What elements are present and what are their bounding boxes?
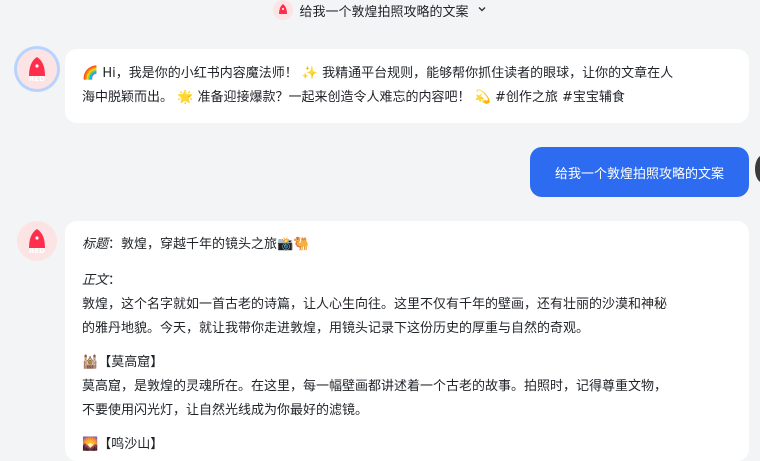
body-line-1: 敦煌，这个名字就如一首古老的诗篇，让人心生向往。这里不仅有千年的壁画，还有壮丽的… xyxy=(82,297,668,312)
intro-text-d: 准备迎接爆款？一起来创造令人难忘的内容吧！ xyxy=(193,90,471,105)
section-mogao-title: 【莫高窟】 xyxy=(98,355,164,370)
xiaohongshu-logo-icon: RED xyxy=(17,221,57,261)
body-label: 正文 xyxy=(82,273,109,288)
rainbow-icon: 🌈 xyxy=(82,66,99,81)
assistant-avatar: RED xyxy=(17,221,57,261)
section-mogao-heading: 🕍【莫高窟】 xyxy=(82,351,733,375)
user-message: 给我一个敦煌拍照攻略的文案 xyxy=(530,147,749,197)
section-mingsha-heading: 🌄【鸣沙山】 xyxy=(82,433,733,457)
section-mogao-line-2: 不要使用闪光灯，让自然光线成为你最好的滤镜。 xyxy=(82,403,369,418)
reply-title-line: 标题：敦煌，穿越千年的镜头之旅📸🐫 xyxy=(82,233,733,257)
title-text: 敦煌，穿越千年的镜头之旅 xyxy=(121,237,278,252)
chevron-down-icon[interactable] xyxy=(477,4,487,17)
body-separator: ： xyxy=(108,273,122,288)
dizzy-icon: 💫 xyxy=(474,90,491,105)
xiaohongshu-logo-icon: RED xyxy=(17,49,57,89)
intro-line-1: 🌈 Hi，我是你的小红书内容魔法师！ ✨ 我精通平台规则，能够帮你抓住读者的眼球… xyxy=(82,62,733,86)
section-mogao-line-1: 莫高窟，是敦煌的灵魂所在。在这里，每一幅壁画都讲述着一个古老的故事。拍照时，记得… xyxy=(82,379,668,394)
user-message-text: 给我一个敦煌拍照攻略的文案 xyxy=(554,166,724,182)
intro-line-2: 海中脱颖而出。 🌟 准备迎接爆款？一起来创造令人难忘的内容吧！ 💫 #创作之旅 … xyxy=(82,86,733,110)
avatar-label: RED xyxy=(29,75,45,83)
body-label-line: 正文： xyxy=(82,269,733,293)
avatar-label: RED xyxy=(29,247,45,255)
title-label: 标题 xyxy=(82,237,109,252)
body-line-2: 的雅丹地貌。今天，就让我带你走进敦煌，用镜头记录下这份历史的厚重与自然的奇观。 xyxy=(82,321,590,336)
conversation-title[interactable]: 给我一个敦煌拍照攻略的文案 xyxy=(299,1,468,20)
title-separator: ： xyxy=(108,237,122,252)
intro-text-b: 我精通平台规则，能够帮你抓住读者的眼球，让你的文章在人 xyxy=(318,66,674,81)
assistant-intro-message: 🌈 Hi，我是你的小红书内容魔法师！ ✨ 我精通平台规则，能够帮你抓住读者的眼球… xyxy=(65,49,749,123)
sparkles-icon: ✨ xyxy=(301,66,319,81)
assistant-reply-message: 标题：敦煌，穿越千年的镜头之旅📸🐫 正文： 敦煌，这个名字就如一首古老的诗篇，让… xyxy=(65,221,749,461)
star-icon: 🌟 xyxy=(177,90,194,105)
intro-text-c: 海中脱颖而出。 xyxy=(82,90,174,105)
xiaohongshu-logo-icon xyxy=(273,0,294,20)
camera-camel-icon: 📸🐫 xyxy=(277,237,310,252)
user-avatar xyxy=(755,155,760,183)
header-avatar xyxy=(273,0,294,20)
conversation-header[interactable]: 给我一个敦煌拍照攻略的文案 xyxy=(0,0,760,20)
assistant-avatar: RED xyxy=(17,49,57,89)
temple-icon: 🕍 xyxy=(82,355,99,370)
intro-hashtags: #创作之旅 #宝宝辅食 xyxy=(490,90,625,105)
intro-text-a: Hi，我是你的小红书内容魔法师！ xyxy=(98,66,298,81)
